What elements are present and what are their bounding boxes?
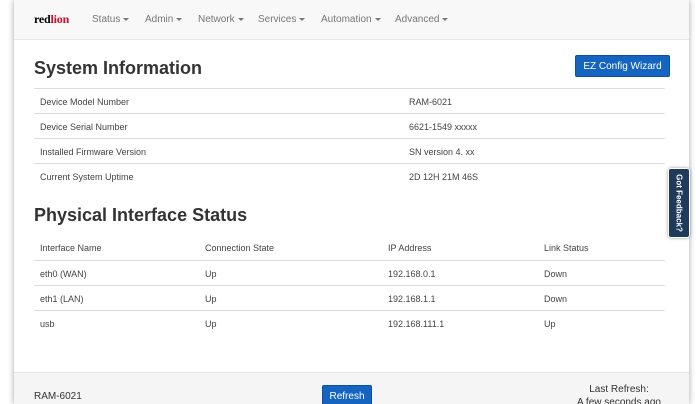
info-value: 6621-1549 xxxxx bbox=[409, 122, 478, 132]
page-footer: RAM-6021 Refresh Last Refresh: A few sec… bbox=[14, 372, 689, 404]
got-feedback-tab[interactable]: Got Feedback? bbox=[668, 168, 690, 238]
column-header: Interface Name bbox=[40, 243, 102, 253]
caret-down-icon bbox=[237, 17, 244, 21]
column-header: Link Status bbox=[544, 243, 589, 253]
column-header: Connection State bbox=[205, 243, 275, 253]
column-header: IP Address bbox=[388, 243, 432, 253]
table-row: eth1 (LAN) Up 192.168.1.1 Down bbox=[34, 285, 665, 310]
caret-down-icon bbox=[374, 17, 381, 21]
info-label: Installed Firmware Version bbox=[40, 147, 147, 157]
nav-label: Admin bbox=[145, 14, 174, 25]
caret-down-icon bbox=[123, 17, 130, 21]
caret-down-icon bbox=[176, 17, 183, 21]
nav-label: Automation bbox=[321, 14, 372, 25]
caret-down-icon bbox=[442, 17, 449, 21]
physical-interface-title: Physical Interface Status bbox=[34, 205, 248, 225]
info-value: 2D 12H 21M 46S bbox=[409, 172, 479, 182]
connection-state: Up bbox=[205, 319, 217, 329]
last-refresh-status: Last Refresh: A few seconds ago bbox=[569, 383, 669, 404]
link-status: Down bbox=[544, 294, 568, 304]
nav-admin-menu[interactable]: Admin bbox=[145, 14, 183, 25]
nav-advanced-menu[interactable]: Advanced bbox=[395, 14, 449, 25]
info-value: SN version 4. xx bbox=[409, 147, 475, 157]
info-row-uptime: Current System Uptime 2D 12H 21M 46S bbox=[34, 163, 665, 188]
last-refresh-value: A few seconds ago bbox=[577, 397, 661, 404]
info-row-serial: Device Serial Number 6621-1549 xxxxx bbox=[34, 113, 665, 138]
nav-label: Network bbox=[198, 14, 235, 25]
info-label: Device Model Number bbox=[40, 97, 130, 107]
logo-text-lion: lion bbox=[50, 12, 70, 26]
interface-header-row: Interface Name Connection State IP Addre… bbox=[34, 235, 665, 260]
table-row: usb Up 192.168.111.1 Up bbox=[34, 310, 665, 335]
interface-name: eth0 (WAN) bbox=[40, 269, 87, 279]
last-refresh-label: Last Refresh: bbox=[589, 384, 649, 395]
footer-model: RAM-6021 bbox=[34, 391, 82, 402]
info-row-model: Device Model Number RAM-6021 bbox=[34, 88, 665, 113]
caret-down-icon bbox=[299, 17, 306, 21]
browser-page: redlion Status Admin Network Services Au… bbox=[14, 0, 689, 404]
feedback-label: Got Feedback? bbox=[674, 174, 684, 232]
connection-state: Up bbox=[205, 269, 217, 279]
logo-text-red: red bbox=[34, 12, 51, 26]
interface-name: eth1 (LAN) bbox=[40, 294, 84, 304]
nav-services-menu[interactable]: Services bbox=[258, 14, 306, 25]
table-row: eth0 (WAN) Up 192.168.0.1 Down bbox=[34, 260, 665, 285]
ip-address: 192.168.111.1 bbox=[388, 319, 445, 329]
top-navbar: redlion Status Admin Network Services Au… bbox=[14, 0, 689, 40]
interface-name: usb bbox=[40, 319, 55, 329]
ip-address: 192.168.0.1 bbox=[388, 269, 436, 279]
link-status: Down bbox=[544, 269, 568, 279]
red-lion-logo[interactable]: redlion bbox=[34, 12, 69, 27]
nav-automation-menu[interactable]: Automation bbox=[321, 14, 381, 25]
nav-network-menu[interactable]: Network bbox=[198, 14, 244, 25]
info-label: Current System Uptime bbox=[40, 172, 134, 182]
info-label: Device Serial Number bbox=[40, 122, 128, 132]
nav-label: Status bbox=[92, 14, 121, 25]
connection-state: Up bbox=[205, 294, 217, 304]
nav-label: Advanced bbox=[395, 14, 440, 25]
ip-address: 192.168.1.1 bbox=[388, 294, 436, 304]
info-row-firmware: Installed Firmware Version SN version 4.… bbox=[34, 138, 665, 163]
refresh-button[interactable]: Refresh bbox=[322, 385, 372, 404]
link-status: Up bbox=[544, 319, 556, 329]
nav-status-menu[interactable]: Status bbox=[92, 14, 130, 25]
ez-config-wizard-button[interactable]: EZ Config Wizard bbox=[575, 55, 670, 77]
nav-label: Services bbox=[258, 14, 297, 25]
info-value: RAM-6021 bbox=[409, 97, 453, 107]
system-information-title: System Information bbox=[34, 58, 203, 78]
